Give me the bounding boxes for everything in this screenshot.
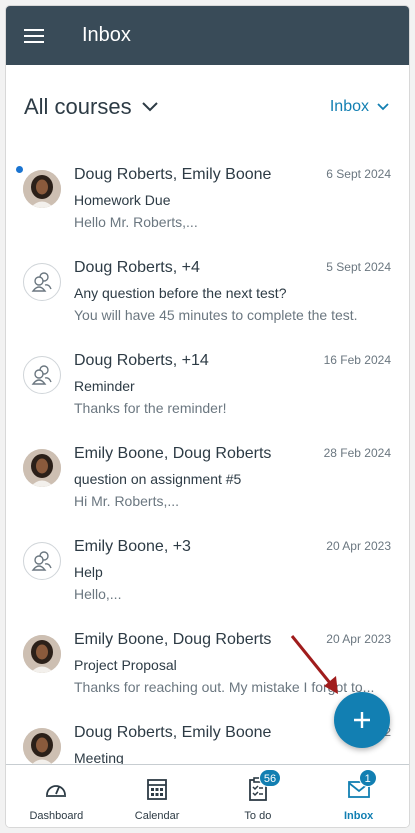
nav-dashboard[interactable]: Dashboard — [6, 765, 107, 827]
conversation-preview: Thanks for the reminder! — [74, 400, 227, 416]
conversation-participants: Doug Roberts, +14 — [74, 352, 209, 369]
chevron-down-icon — [377, 103, 389, 111]
person-photo-icon — [23, 635, 61, 673]
conversation-preview: You will have 45 minutes to complete the… — [74, 307, 358, 323]
conversation-date: 5 Sept 2024 — [326, 260, 391, 274]
conversation-row[interactable]: Doug Roberts, +14 16 Feb 2024 Reminder T… — [6, 342, 409, 435]
conversation-date: 28 Feb 2024 — [323, 446, 391, 460]
nav-calendar-label: Calendar — [134, 810, 180, 822]
courses-dropdown[interactable]: All courses — [24, 94, 158, 120]
dashboard-icon — [46, 785, 67, 797]
conversation-participants: Emily Boone, Doug Roberts — [74, 631, 272, 648]
inbox-count-badge: 1 — [358, 769, 377, 787]
conversation-participants: Emily Boone, +3 — [74, 538, 191, 555]
todo-count-badge: 56 — [258, 769, 282, 787]
filter-bar: All courses Inbox — [6, 88, 409, 126]
conversation-date: 20 Apr 2023 — [326, 539, 391, 553]
menu-icon[interactable] — [6, 6, 62, 65]
plus-icon — [354, 712, 370, 728]
conversation-date: 16 Feb 2024 — [323, 353, 391, 367]
calendar-icon — [147, 779, 168, 800]
conversation-preview: Hi Mr. Roberts,... — [74, 493, 180, 509]
person-photo-icon — [23, 728, 61, 766]
conversation-subject: Homework Due — [74, 192, 171, 208]
nav-inbox-label: Inbox — [343, 810, 374, 822]
conversation-row[interactable]: Emily Boone, Doug Roberts 28 Feb 2024 qu… — [6, 435, 409, 528]
compose-button[interactable] — [334, 692, 390, 748]
nav-calendar[interactable]: Calendar — [107, 765, 208, 827]
conversation-subject: Any question before the next test? — [74, 285, 287, 301]
conversation-subject: question on assignment #5 — [74, 471, 242, 487]
avatar — [23, 263, 61, 301]
avatar — [23, 356, 61, 394]
nav-todo-label: To do — [244, 810, 272, 822]
conversation-subject: Project Proposal — [74, 657, 177, 673]
scope-dropdown[interactable]: Inbox — [330, 98, 389, 116]
bottom-navigation: Dashboard Calendar 56 To do 1 Inbox — [6, 764, 409, 827]
conversation-row[interactable]: Doug Roberts, Emily Boone 6 Sept 2024 Ho… — [6, 156, 409, 249]
group-icon — [31, 272, 52, 292]
conversation-date: 6 Sept 2024 — [326, 167, 391, 181]
nav-dashboard-label: Dashboard — [29, 810, 84, 822]
conversation-participants: Doug Roberts, Emily Boone — [74, 724, 272, 741]
avatar — [23, 449, 61, 487]
top-app-bar: Inbox — [6, 6, 409, 65]
person-photo-icon — [23, 449, 61, 487]
avatar — [23, 728, 61, 766]
avatar — [23, 635, 61, 673]
scope-dropdown-label: Inbox — [329, 98, 369, 115]
conversation-row[interactable]: Doug Roberts, +4 5 Sept 2024 Any questio… — [6, 249, 409, 342]
avatar — [23, 542, 61, 580]
conversation-preview: Hello Mr. Roberts,... — [74, 214, 198, 230]
group-icon — [31, 551, 52, 571]
conversation-preview: Hello,... — [74, 586, 122, 602]
conversation-participants: Doug Roberts, Emily Boone — [74, 166, 272, 183]
conversation-subject: Reminder — [74, 378, 135, 394]
app-frame: Inbox All courses Inbox Doug Roberts, Em… — [6, 6, 409, 827]
page-title: Inbox — [82, 24, 131, 46]
conversation-participants: Emily Boone, Doug Roberts — [74, 445, 272, 462]
nav-todo[interactable]: 56 To do — [208, 765, 309, 827]
chevron-down-icon — [141, 102, 158, 112]
conversation-participants: Doug Roberts, +4 — [74, 259, 200, 276]
avatar — [23, 170, 61, 208]
courses-dropdown-label: All courses — [24, 94, 132, 119]
conversation-row[interactable]: Emily Boone, +3 20 Apr 2023 Help Hello,.… — [6, 528, 409, 621]
nav-inbox[interactable]: 1 Inbox — [308, 765, 409, 827]
annotation-arrow-icon — [290, 635, 338, 694]
group-icon — [31, 365, 52, 385]
conversation-subject: Help — [74, 564, 103, 580]
person-photo-icon — [23, 170, 61, 208]
unread-indicator — [16, 166, 23, 173]
